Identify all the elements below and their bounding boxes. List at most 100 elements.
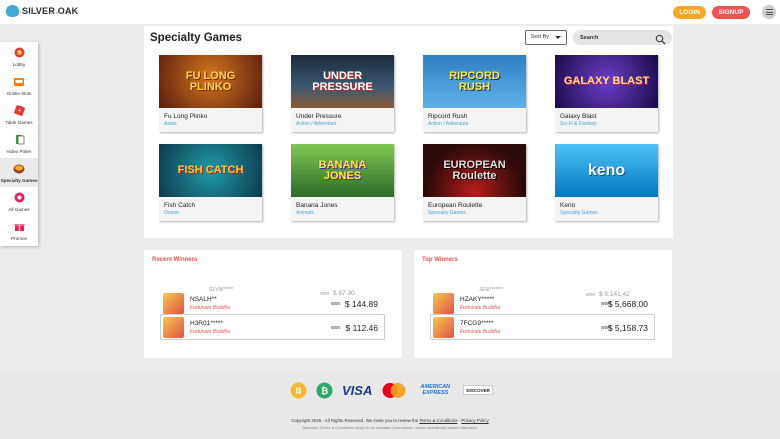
sidebar-item-online-slots[interactable]: Online Slots (0, 71, 38, 100)
login-button[interactable]: LOGIN (673, 6, 706, 19)
specialty-icon (13, 163, 25, 177)
winner-row: 7FCG9***** Fortunate Buddha won $ 5,158.… (430, 314, 655, 340)
signup-button[interactable]: SIGNUP (712, 6, 750, 19)
game-info: Ripcord Rush Action / Adventure (423, 108, 526, 132)
winner-game[interactable]: Fortunate Buddha (460, 329, 500, 335)
game-art-title: RIPCORD RUSH (449, 69, 500, 93)
game-card[interactable]: FISH CATCH Fish Catch Ocean (159, 144, 262, 221)
winner-amount: $ 5,158.73 (607, 323, 648, 333)
hamburger-icon[interactable] (762, 5, 776, 19)
sidebar-item-label: Online Slots (6, 90, 32, 96)
sort-dropdown[interactable]: Sort By (525, 30, 567, 45)
game-card[interactable]: RIPCORD RUSH Ripcord Rush Action / Adven… (423, 55, 526, 132)
sidebar-item-label: Video Poker (6, 148, 32, 154)
game-thumbnail[interactable]: FISH CATCH (159, 144, 262, 197)
sidebar-item-label: Promos (11, 235, 27, 241)
sidebar-item-table-games[interactable]: Table Games (0, 100, 38, 129)
discover-icon: DISCOVER (463, 385, 493, 395)
game-name: European Roulette (428, 202, 483, 209)
binance-glyph: B (296, 386, 302, 395)
dice-icon (13, 104, 25, 119)
game-category: Action / Adventure (296, 121, 337, 127)
winner-amount: $ 112.46 (345, 323, 378, 333)
slot-machine-icon (13, 76, 25, 90)
game-thumbnail[interactable]: UNDER PRESSURE (291, 55, 394, 108)
game-category: Asian (164, 121, 177, 127)
winner-game[interactable]: Fortunate Buddha (190, 329, 230, 335)
winner-game[interactable]: Fortunate Buddha (460, 305, 500, 311)
winner-username: HZAKY***** (460, 296, 495, 303)
winner-username: NSALH** (190, 296, 217, 303)
game-thumbnail[interactable]: GALAXY BLAST (555, 55, 658, 108)
game-category: Sci-Fi & Fantasy (560, 121, 597, 127)
game-card[interactable]: keno Keno Specialty Games (555, 144, 658, 221)
bitcoin-glyph: ₿ (321, 385, 328, 396)
cards-icon (14, 134, 25, 148)
game-thumbnail[interactable] (433, 317, 454, 338)
game-art-title: FU LONG PLINKO (185, 69, 236, 93)
sidebar: Lobby Online Slots Table Games Video Pok… (0, 42, 38, 246)
winner-row: HZAKY***** Fortunate Buddha won $ 5,668.… (430, 290, 655, 316)
game-thumbnail[interactable] (163, 293, 184, 314)
game-info: Galaxy Blast Sci-Fi & Fantasy (555, 108, 658, 132)
game-thumbnail[interactable]: keno (555, 144, 658, 197)
game-info: Banana Jones Animals (291, 197, 394, 221)
sidebar-item-video-poker[interactable]: Video Poker (0, 129, 38, 158)
winner-username: H3R01***** (190, 320, 223, 327)
disclaimer: Standard Terms & Conditions apply to all… (302, 425, 478, 430)
sidebar-item-lobby[interactable]: Lobby (0, 42, 38, 71)
game-thumbnail[interactable]: FU LONG PLINKO (159, 55, 262, 108)
top-winners-panel: Top Winners JESI******* won $ 6,141.42 H… (414, 250, 672, 358)
gift-icon (14, 221, 25, 235)
sidebar-item-specialty-games[interactable]: Specialty Games (0, 158, 38, 187)
game-info: Under Pressure Action / Adventure (291, 108, 394, 132)
top-bar: SILVER OAK ONLINE CASINO LOGIN SIGNUP (0, 0, 780, 24)
game-category: Animals (296, 210, 314, 216)
recent-winners-title: Recent Winners (152, 257, 198, 263)
game-info: European Roulette Specialty Games (423, 197, 526, 221)
page-title: Specialty Games (150, 32, 243, 44)
won-label: won (331, 301, 341, 307)
game-art-title: keno (587, 162, 626, 179)
game-card[interactable]: BANANA JONES Banana Jones Animals (291, 144, 394, 221)
game-card[interactable]: FU LONG PLINKO Fu Long Plinko Asian (159, 55, 262, 132)
winner-username: 7FCG9***** (460, 320, 494, 327)
terms-link[interactable]: Terms & Conditions (419, 418, 457, 423)
game-category: Ocean (164, 210, 179, 216)
sidebar-item-label: Lobby (12, 61, 26, 67)
game-name: Under Pressure (296, 113, 342, 120)
search-input[interactable] (580, 32, 652, 43)
sidebar-item-label: All Games (8, 206, 30, 212)
game-thumbnail[interactable] (163, 317, 184, 338)
binance-icon: B (290, 381, 307, 399)
privacy-link[interactable]: Privacy Policy (461, 418, 488, 423)
game-name: Fish Catch (164, 202, 196, 209)
game-thumbnail[interactable]: BANANA JONES (291, 144, 394, 197)
winner-row: H3R01***** Fortunate Buddha won $ 112.46 (160, 314, 385, 340)
winner-game[interactable]: Fortunate Buddha (190, 305, 230, 311)
game-card[interactable]: GALAXY BLAST Galaxy Blast Sci-Fi & Fanta… (555, 55, 658, 132)
winner-amount: $ 5,668.00 (607, 299, 648, 309)
sidebar-item-promos[interactable]: Promos (0, 216, 38, 245)
amex-icon: AMERICAN EXPRESS (420, 384, 451, 396)
game-category: Specialty Games (560, 210, 598, 216)
visa-icon: VISA (342, 382, 373, 398)
game-card[interactable]: UNDER PRESSURE Under Pressure Action / A… (291, 55, 394, 132)
game-card[interactable]: EUROPEAN Roulette European Roulette Spec… (423, 144, 526, 221)
sidebar-item-label: Specialty Games (0, 177, 38, 183)
game-info: Keno Specialty Games (555, 197, 658, 221)
game-name: Ripcord Rush (428, 113, 468, 120)
sidebar-item-all-games[interactable]: All Games (0, 187, 38, 216)
chip-icon (14, 47, 25, 61)
winner-amount: $ 144.89 (344, 299, 378, 309)
search-icon[interactable] (655, 32, 666, 50)
game-thumbnail[interactable]: RIPCORD RUSH (423, 55, 526, 108)
copyright-text: Copyright 2026 - All Rights Reserved. We… (291, 418, 419, 423)
game-thumbnail[interactable] (433, 293, 454, 314)
game-category: Action / Adventure (428, 121, 469, 127)
game-name: Keno (560, 202, 576, 209)
game-thumbnail[interactable]: EUROPEAN Roulette (423, 144, 526, 197)
games-panel: Specialty Games Sort By FU LONG PLINKO F… (144, 26, 673, 238)
game-art-title: BANANA JONES (318, 158, 367, 182)
game-art-title: GALAXY BLAST (563, 75, 650, 87)
